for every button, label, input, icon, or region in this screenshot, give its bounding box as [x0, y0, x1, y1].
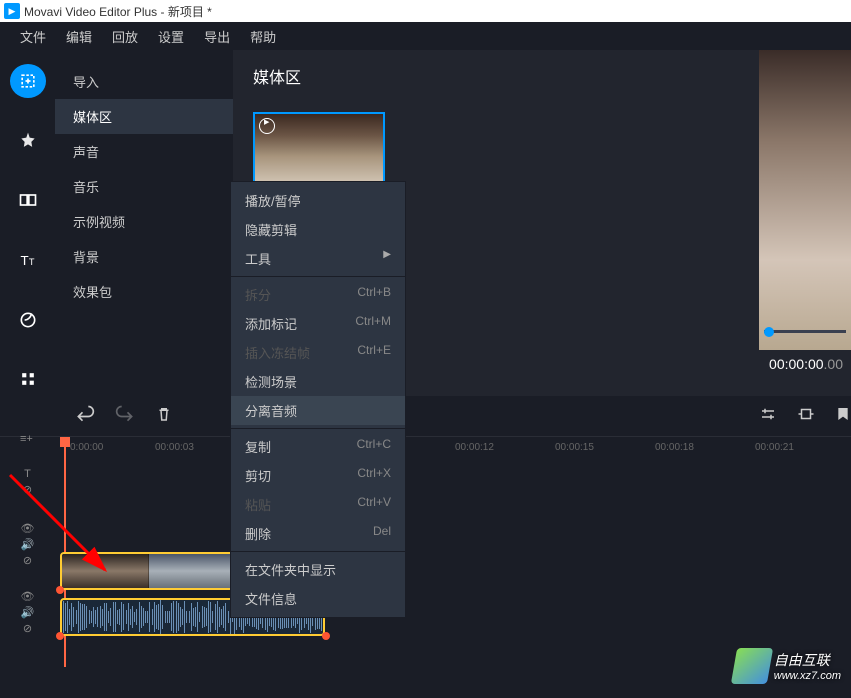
add-track-icon[interactable]: ≡+: [20, 433, 33, 445]
left-toolbar: TT: [0, 50, 55, 396]
svg-text:T: T: [20, 253, 28, 268]
ctx-拆分: 拆分Ctrl+B: [231, 280, 405, 309]
watermark: 自由互联 www.xz7.com: [734, 648, 841, 684]
ctx-插入冻结帧: 插入冻结帧Ctrl+E: [231, 338, 405, 367]
redo-button[interactable]: [115, 404, 135, 429]
title-bar: ▶ Movavi Video Editor Plus - 新项目 *: [0, 0, 851, 22]
menu-edit[interactable]: 编辑: [56, 22, 102, 50]
nav-sample[interactable]: 示例视频: [55, 204, 233, 239]
main-area: TT 导入 媒体区 声音 音乐 示例视频 背景 效果包 媒体区: [0, 50, 851, 396]
nav-music[interactable]: 音乐: [55, 169, 233, 204]
timeline-area: 0:00:00 00:00:03 00:00:12 00:00:15 00:00…: [0, 396, 851, 696]
audio-start-handle[interactable]: [56, 632, 64, 640]
nav-sound[interactable]: 声音: [55, 134, 233, 169]
window-title: Movavi Video Editor Plus - 新项目 *: [24, 3, 212, 20]
properties-icon[interactable]: [759, 405, 777, 428]
crop-icon[interactable]: [797, 405, 815, 428]
timeline-body: T ⊘ 👁 🔊 ⊘ 👁 🔊 ⊘: [0, 466, 851, 696]
ctx-工具[interactable]: 工具▶: [231, 244, 405, 273]
delete-button[interactable]: [155, 405, 173, 428]
nav-media[interactable]: 媒体区: [55, 99, 233, 134]
ctx-文件信息[interactable]: 文件信息: [231, 584, 405, 613]
title-track-icon: T: [24, 468, 31, 480]
ctx-检测场景[interactable]: 检测场景: [231, 367, 405, 396]
video-track[interactable]: [0, 550, 851, 596]
menu-export[interactable]: 导出: [194, 22, 240, 50]
filters-tool[interactable]: [10, 124, 46, 158]
context-menu: 播放/暂停隐藏剪辑工具▶ 拆分Ctrl+B添加标记Ctrl+M插入冻结帧Ctrl+…: [230, 181, 406, 618]
svg-text:T: T: [28, 257, 34, 267]
ctx-粘贴: 粘贴Ctrl+V: [231, 490, 405, 519]
content-title: 媒体区: [253, 64, 301, 88]
import-tool[interactable]: [10, 64, 46, 98]
marker-icon[interactable]: [835, 405, 851, 428]
ctx-复制[interactable]: 复制Ctrl+C: [231, 432, 405, 461]
menu-playback[interactable]: 回放: [102, 22, 148, 50]
ctx-播放/暂停[interactable]: 播放/暂停: [231, 186, 405, 215]
ctx-在文件夹中显示[interactable]: 在文件夹中显示: [231, 555, 405, 584]
transitions-tool[interactable]: [10, 183, 46, 217]
media-thumbnail[interactable]: [253, 112, 385, 187]
audio-track[interactable]: 👁 🔊 ⊘: [0, 596, 851, 642]
clip-start-handle[interactable]: [56, 586, 64, 594]
menu-settings[interactable]: 设置: [148, 22, 194, 50]
preview-slider[interactable]: [764, 330, 846, 333]
playhead[interactable]: [60, 437, 70, 447]
menu-bar: 文件 编辑 回放 设置 导出 帮助: [0, 22, 851, 50]
eye-icon[interactable]: 👁: [21, 522, 35, 535]
ctx-剪切[interactable]: 剪切Ctrl+X: [231, 461, 405, 490]
preview-timecode: 00:00:00.00: [769, 356, 843, 372]
volume-icon-2[interactable]: 🔊: [21, 606, 35, 619]
titles-tool[interactable]: TT: [10, 243, 46, 277]
title-track[interactable]: T ⊘: [0, 466, 851, 494]
nav-background[interactable]: 背景: [55, 239, 233, 274]
timeline-ruler[interactable]: 0:00:00 00:00:03 00:00:12 00:00:15 00:00…: [0, 436, 851, 466]
ctx-添加标记[interactable]: 添加标记Ctrl+M: [231, 309, 405, 338]
app-icon: ▶: [4, 3, 20, 19]
side-nav: 导入 媒体区 声音 音乐 示例视频 背景 效果包: [55, 50, 233, 396]
eye-icon-2[interactable]: 👁: [21, 590, 35, 603]
nav-import[interactable]: 导入: [55, 64, 233, 99]
preview-handle[interactable]: [764, 327, 774, 337]
menu-help[interactable]: 帮助: [240, 22, 286, 50]
watermark-logo-icon: [731, 648, 773, 684]
audio-end-handle[interactable]: [322, 632, 330, 640]
nav-effects[interactable]: 效果包: [55, 274, 233, 309]
lock-icon-2[interactable]: ⊘: [23, 622, 32, 635]
timeline-toolbar: [0, 396, 851, 436]
ctx-隐藏剪辑[interactable]: 隐藏剪辑: [231, 215, 405, 244]
ctx-删除[interactable]: 删除Del: [231, 519, 405, 548]
stickers-tool[interactable]: [10, 303, 46, 337]
undo-button[interactable]: [75, 404, 95, 429]
ctx-分离音频[interactable]: 分离音频: [231, 396, 405, 425]
preview-panel: 00:00:00.00: [759, 50, 851, 350]
menu-file[interactable]: 文件: [10, 22, 56, 50]
more-tool[interactable]: [10, 362, 46, 396]
